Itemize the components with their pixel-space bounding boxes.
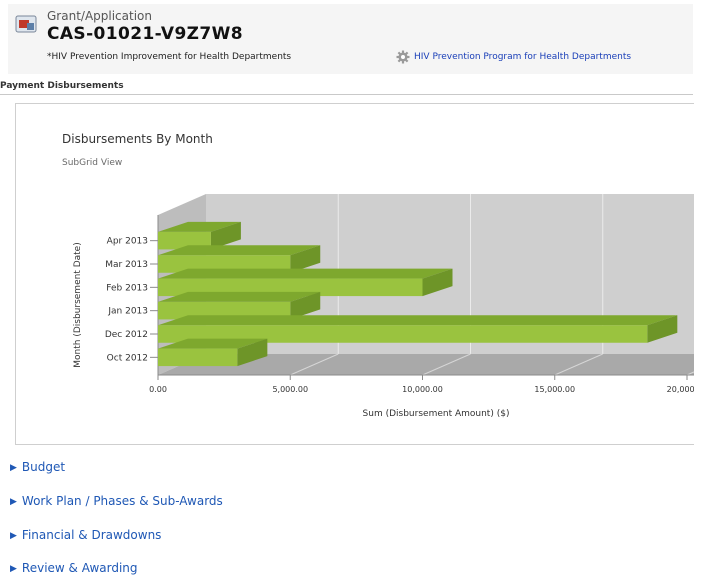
accordion-label: Work Plan / Phases & Sub-Awards bbox=[21, 494, 223, 508]
chart-x-axis-label: Sum (Disbursement Amount) ($) bbox=[363, 409, 510, 419]
accordion-budget[interactable]: ▶ Budget bbox=[10, 460, 65, 474]
chart-x-tick-label: 20,000.00 bbox=[667, 385, 694, 394]
chart-x-tick-label: 0.00 bbox=[149, 385, 167, 394]
disbursements-chart-panel: Apr 2013 Mar 2013 Feb 2013 Jan 2013 Dec 2012… bbox=[15, 103, 694, 445]
chart-x-tick-label: 15,000.00 bbox=[534, 385, 575, 394]
expand-arrow-icon: ▶ bbox=[10, 564, 17, 574]
program-link[interactable]: HIV Prevention Program for Health Depart… bbox=[414, 52, 631, 62]
chart-y-tick-label: Oct 2012 bbox=[107, 353, 148, 363]
chart-x-tick-label: 5,000.00 bbox=[272, 385, 308, 394]
grant-application-icon bbox=[15, 15, 37, 33]
section-title: Payment Disbursements bbox=[0, 81, 124, 91]
program-name: *HIV Prevention Improvement for Health D… bbox=[47, 52, 292, 62]
chart-y-tick-label: Apr 2013 bbox=[107, 237, 148, 247]
expand-arrow-icon: ▶ bbox=[10, 531, 17, 541]
chart-subgrid-view-link[interactable]: SubGrid View bbox=[62, 158, 122, 168]
accordion-label: Financial & Drawdowns bbox=[21, 528, 162, 542]
chart-y-tick-label: Jan 2013 bbox=[107, 307, 148, 317]
chart-y-tick-label: Feb 2013 bbox=[106, 283, 148, 293]
chart-y-tick-label: Mar 2013 bbox=[105, 260, 148, 270]
chart-bar-top bbox=[158, 268, 453, 279]
accordion-work-plan[interactable]: ▶ Work Plan / Phases & Sub-Awards bbox=[10, 494, 223, 508]
chart-title: Disbursements By Month bbox=[62, 132, 213, 146]
expand-arrow-icon: ▶ bbox=[10, 497, 17, 507]
chart-y-tick-label: Dec 2012 bbox=[105, 330, 148, 340]
accordion-label: Budget bbox=[21, 460, 66, 474]
disbursements-chart: Apr 2013 Mar 2013 Feb 2013 Jan 2013 Dec 2012… bbox=[73, 194, 694, 419]
accordion-label: Review & Awarding bbox=[21, 561, 138, 575]
chart-bar-top bbox=[158, 315, 678, 326]
section-divider bbox=[0, 94, 693, 95]
record-header: Grant/Application CAS-01021-V9Z7W8 *HIV … bbox=[8, 4, 693, 74]
accordion-financial[interactable]: ▶ Financial & Drawdowns bbox=[10, 528, 161, 542]
chart-y-axis-label: Month (Disbursement Date) bbox=[73, 242, 83, 367]
gear-icon bbox=[396, 50, 410, 64]
accordion-review[interactable]: ▶ Review & Awarding bbox=[10, 561, 138, 575]
expand-arrow-icon: ▶ bbox=[10, 463, 17, 473]
entity-type-label: Grant/Application bbox=[47, 9, 152, 23]
record-id: CAS-01021-V9Z7W8 bbox=[47, 24, 244, 44]
chart-bar bbox=[158, 348, 238, 367]
chart-x-tick-label: 10,000.00 bbox=[402, 385, 443, 394]
